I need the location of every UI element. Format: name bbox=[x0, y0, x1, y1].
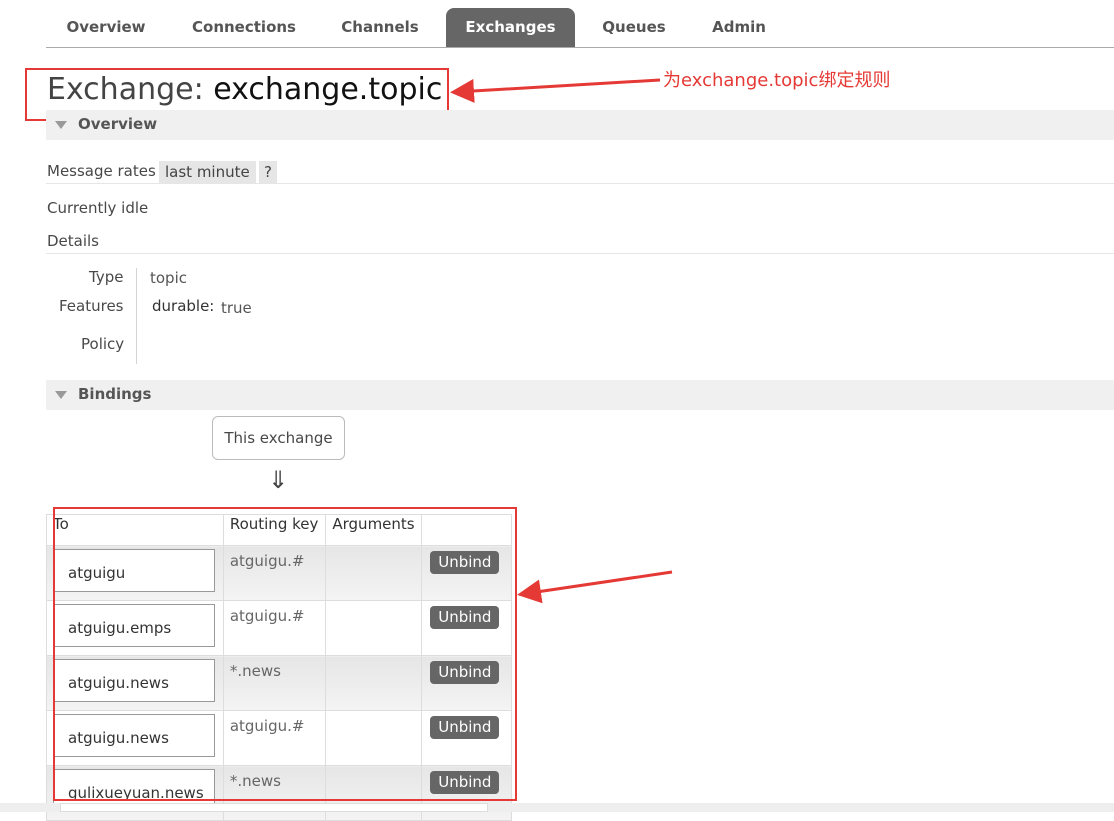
policy-label: Policy bbox=[81, 335, 125, 353]
overview-section-label: Overview bbox=[78, 115, 158, 133]
tab-connections[interactable]: Connections bbox=[176, 8, 312, 47]
bindings-section-header[interactable]: Bindings bbox=[46, 380, 1114, 410]
down-arrow-icon: ⇓ bbox=[268, 466, 289, 494]
message-rates-range[interactable]: last minute bbox=[159, 161, 256, 183]
bindings-section-label: Bindings bbox=[78, 385, 152, 403]
annotation-arrow-table bbox=[517, 570, 673, 604]
type-label: Type bbox=[89, 268, 124, 286]
this-exchange-box: This exchange bbox=[212, 416, 345, 460]
annotation-arrow-title bbox=[450, 78, 661, 103]
features-label: Features bbox=[59, 297, 124, 315]
tab-channels[interactable]: Channels bbox=[322, 8, 438, 47]
message-rates-label: Message rates bbox=[47, 162, 156, 180]
collapse-triangle-icon bbox=[55, 121, 67, 129]
annotation-text: 为exchange.topic绑定规则 bbox=[663, 70, 891, 91]
status-text: Currently idle bbox=[47, 199, 149, 217]
tab-overview[interactable]: Overview bbox=[46, 8, 166, 47]
divider bbox=[46, 253, 1114, 254]
tab-exchanges[interactable]: Exchanges bbox=[446, 8, 575, 47]
top-nav: Overview Connections Channels Exchanges … bbox=[46, 8, 1114, 48]
tab-admin[interactable]: Admin bbox=[694, 8, 784, 47]
details-label: Details bbox=[47, 232, 100, 250]
divider bbox=[46, 183, 1114, 184]
bindings-highlight-box bbox=[53, 507, 517, 801]
tab-queues[interactable]: Queues bbox=[586, 8, 682, 47]
overview-section-header[interactable]: Overview bbox=[46, 110, 1114, 140]
durable-value: true bbox=[221, 299, 252, 317]
type-value: topic bbox=[150, 269, 187, 287]
help-button[interactable]: ? bbox=[259, 161, 277, 183]
details-separator bbox=[136, 268, 137, 364]
bottom-input-field[interactable] bbox=[60, 803, 488, 812]
durable-label: durable: bbox=[152, 297, 215, 315]
collapse-triangle-icon bbox=[55, 391, 67, 399]
